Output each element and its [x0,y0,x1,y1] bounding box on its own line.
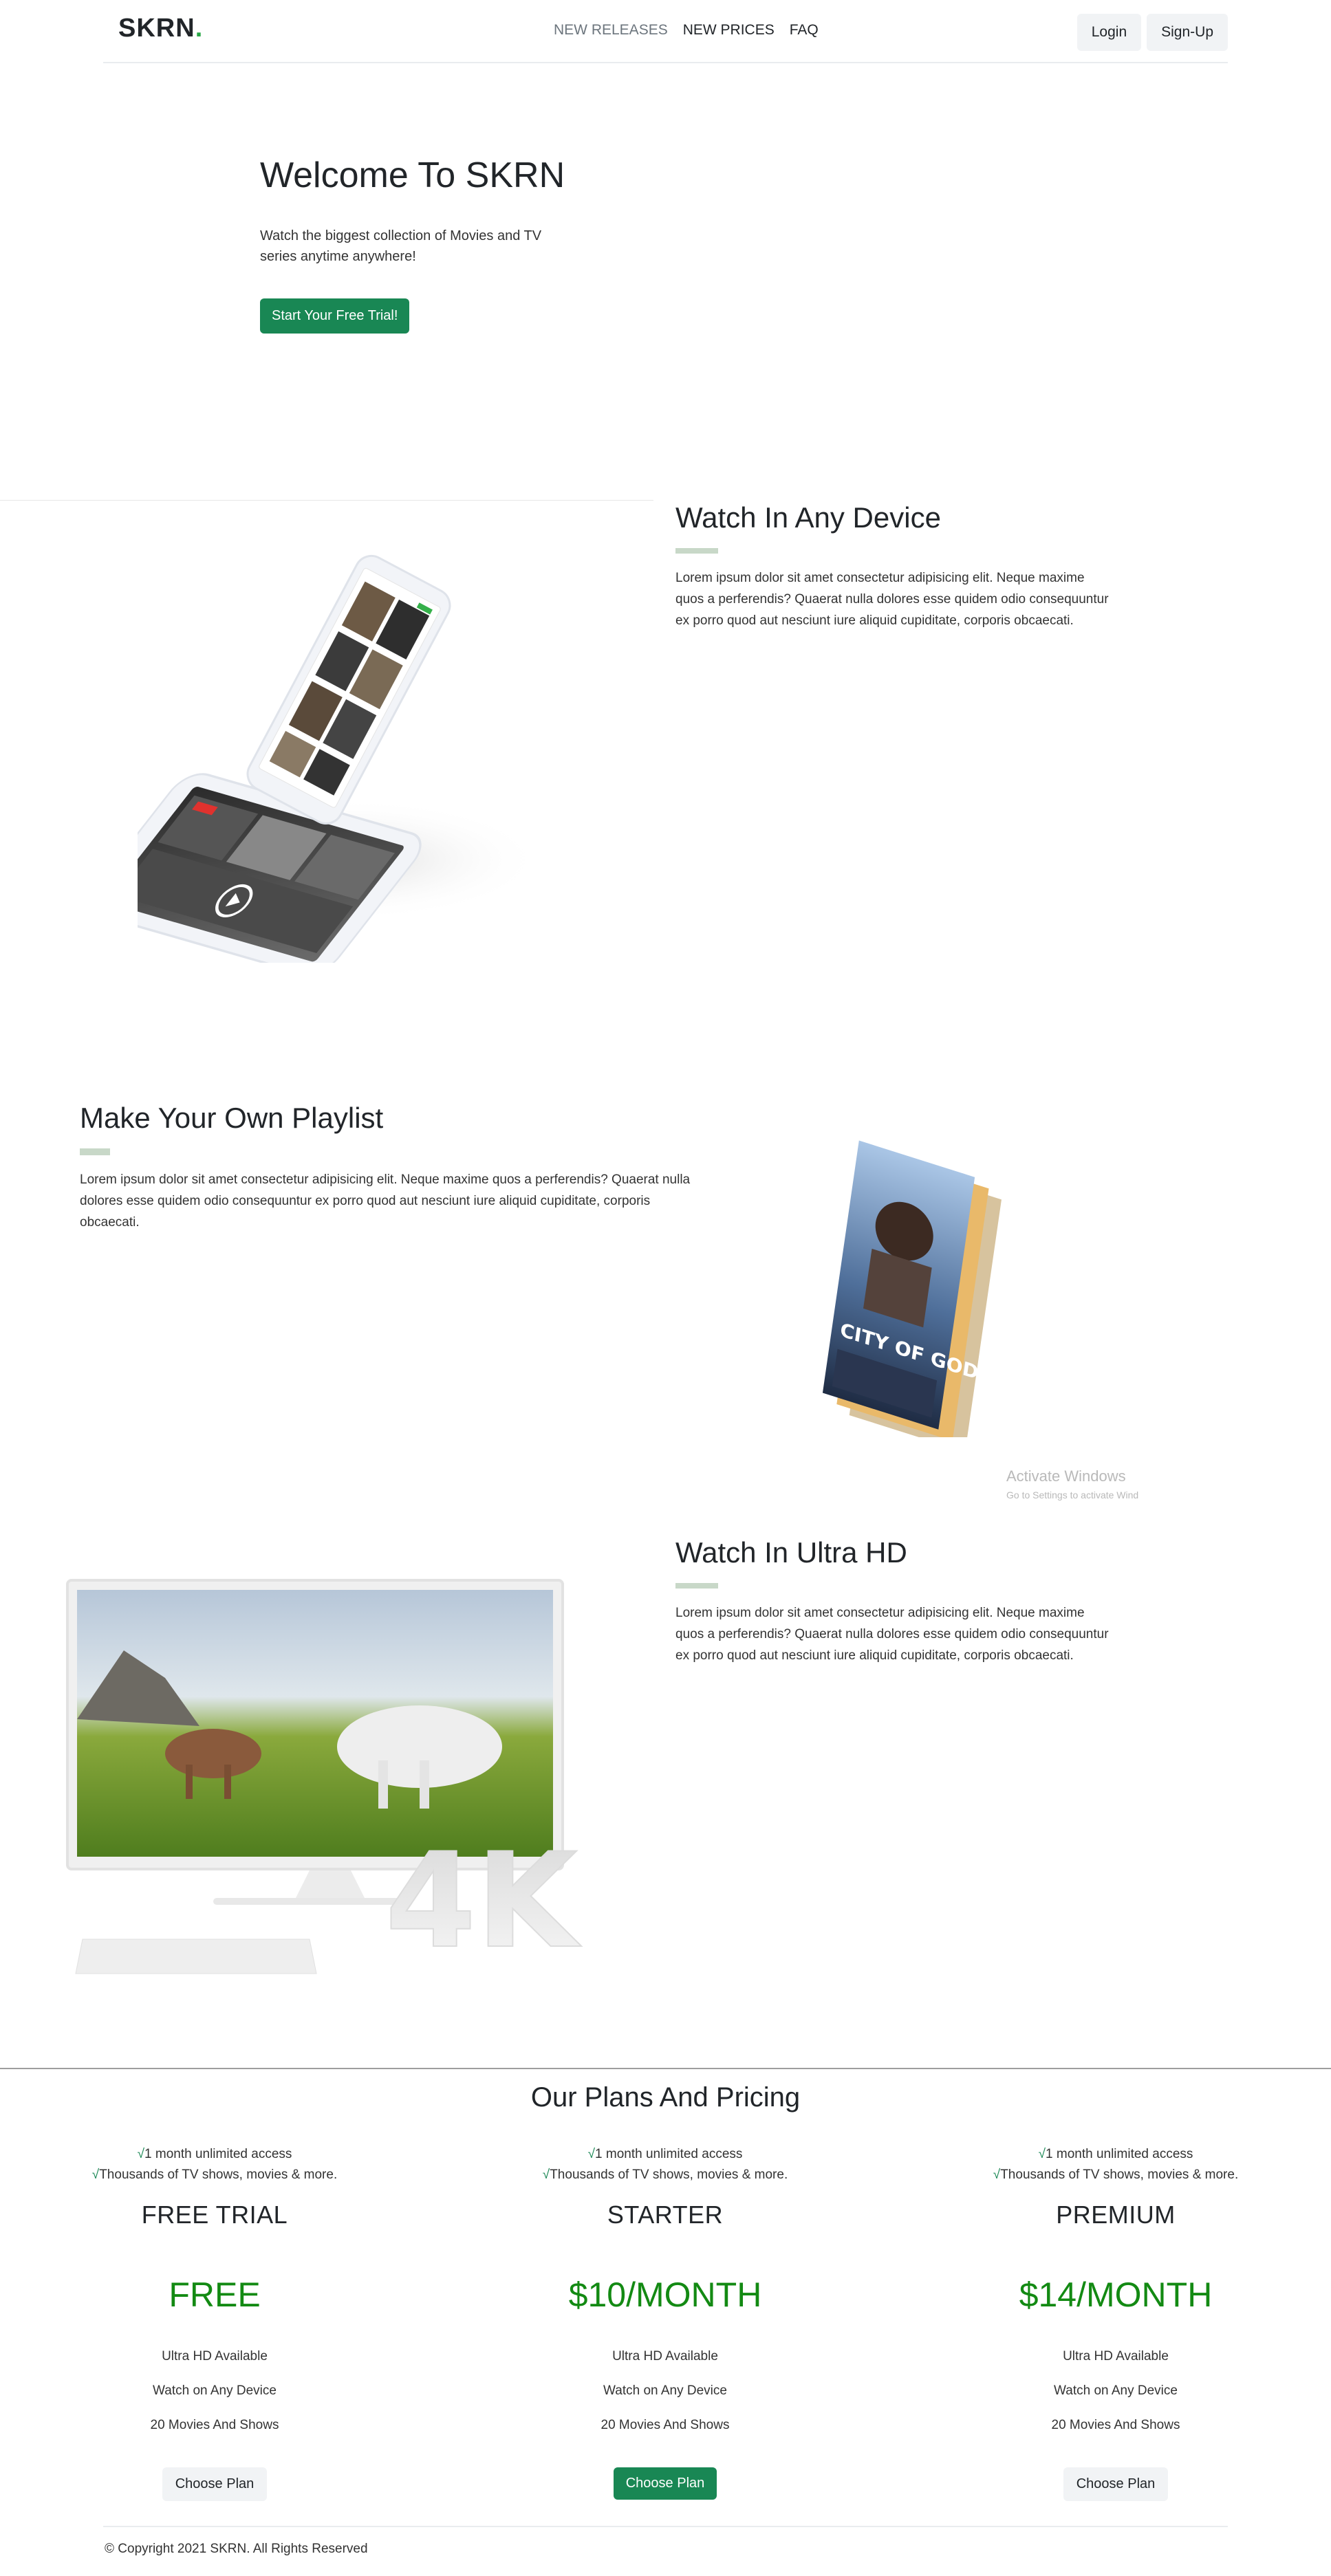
feature-any-device: Watch In Any Device Lorem ipsum dolor si… [675,500,1109,631]
monitor-4k-badge: 4K [385,1825,581,1977]
monitor-illustration: 4K [62,1575,612,1987]
plan-premium: √1 month unlimited access √Thousands of … [909,2144,1322,2501]
choose-plan-button[interactable]: Choose Plan [613,2467,717,2500]
pricing-title: Our Plans And Pricing [530,2082,801,2113]
hero-subtitle: Watch the biggest collection of Movies a… [260,228,542,264]
check-icon: √ [91,2168,100,2182]
check-icon: √ [137,2147,145,2161]
plan-perk: Ultra HD Available [1063,2349,1169,2364]
feature-underline [675,1583,718,1589]
phones-illustration [88,536,592,976]
hero-section: Welcome To SKRN Watch the biggest collec… [260,153,576,334]
navbar: SKRN. NEW RELEASES NEW PRICES FAQ Login … [103,0,1228,63]
free-trial-button[interactable]: Start Your Free Trial! [260,298,410,334]
plan-feature: √1 month unlimited access [137,2147,292,2161]
plan-feature: √Thousands of TV shows, movies & more. [91,2168,338,2182]
nav-link-new-releases[interactable]: NEW RELEASES [554,22,668,39]
feature-underline [675,548,718,554]
plan-feature: √Thousands of TV shows, movies & more. [542,2168,788,2182]
choose-plan-button[interactable]: Choose Plan [1063,2467,1169,2501]
footer-copyright: © Copyright 2021 SKRN. All Rights Reserv… [105,2542,368,2556]
feature-text: Lorem ipsum dolor sit amet consectetur a… [80,1172,691,1230]
feature-title: Watch In Ultra HD [675,1536,907,1569]
check-icon: √ [993,2168,1001,2182]
plan-feature: √1 month unlimited access [1038,2147,1193,2161]
nav-auth-buttons: Login Sign-Up [1076,14,1228,51]
feature-title: Watch In Any Device [675,501,941,534]
signup-button[interactable]: Sign-Up [1147,14,1228,51]
watermark-line2: Go to Settings to activate Wind [1006,1489,1139,1500]
feature-underline [80,1148,110,1155]
footer-divider [103,2526,1228,2527]
feature-playlist: Make Your Own Playlist Lorem ipsum dolor… [80,1100,699,1233]
plan-feature: √Thousands of TV shows, movies & more. [993,2168,1239,2182]
feature-title: Make Your Own Playlist [80,1102,384,1134]
plan-price: FREE [169,2275,261,2314]
plan-perk: Watch on Any Device [153,2383,277,2398]
plan-starter: √1 month unlimited access √Thousands of … [459,2144,872,2500]
plan-feature: √1 month unlimited access [587,2147,743,2161]
pricing-divider [0,2068,1331,2069]
hero-title: Welcome To SKRN [260,155,565,195]
nav-link-faq[interactable]: FAQ [790,22,819,39]
check-icon: √ [542,2168,550,2182]
nav-link-new-prices[interactable]: NEW PRICES [683,22,775,39]
plan-perk: Watch on Any Device [1054,2383,1178,2398]
plan-free-trial: √1 month unlimited access √Thousands of … [8,2144,421,2501]
watermark-line1: Activate Windows [1006,1467,1126,1485]
nav-links: NEW RELEASES NEW PRICES FAQ [554,22,819,39]
plan-name: STARTER [607,2201,724,2229]
login-button[interactable]: Login [1076,14,1142,51]
check-icon: √ [587,2147,596,2161]
posters-illustration: CITY OF GODS [784,1128,1018,1452]
plan-perk: Watch on Any Device [603,2383,727,2398]
brand-logo[interactable]: SKRN. [118,14,203,43]
windows-activation-watermark: Activate Windows Go to Settings to activ… [1006,1467,1138,1500]
plan-perk: 20 Movies And Shows [150,2418,279,2432]
plan-perk: 20 Movies And Shows [1051,2418,1180,2432]
plan-perk: 20 Movies And Shows [600,2418,730,2432]
section-divider [0,500,653,501]
feature-ultra-hd: Watch In Ultra HD Lorem ipsum dolor sit … [675,1535,1109,1666]
plan-name: FREE TRIAL [141,2201,288,2229]
plan-perk: Ultra HD Available [612,2349,718,2364]
plan-name: PREMIUM [1056,2201,1176,2229]
choose-plan-button[interactable]: Choose Plan [162,2467,268,2501]
brand-dot: . [195,14,204,43]
plan-price: $10/MONTH [568,2275,762,2314]
plan-price: $14/MONTH [1019,2275,1213,2314]
check-icon: √ [1038,2147,1046,2161]
feature-text: Lorem ipsum dolor sit amet consectetur a… [675,1606,1109,1663]
brand-name: SKRN [118,14,195,43]
plan-perk: Ultra HD Available [162,2349,268,2364]
feature-text: Lorem ipsum dolor sit amet consectetur a… [675,571,1109,628]
